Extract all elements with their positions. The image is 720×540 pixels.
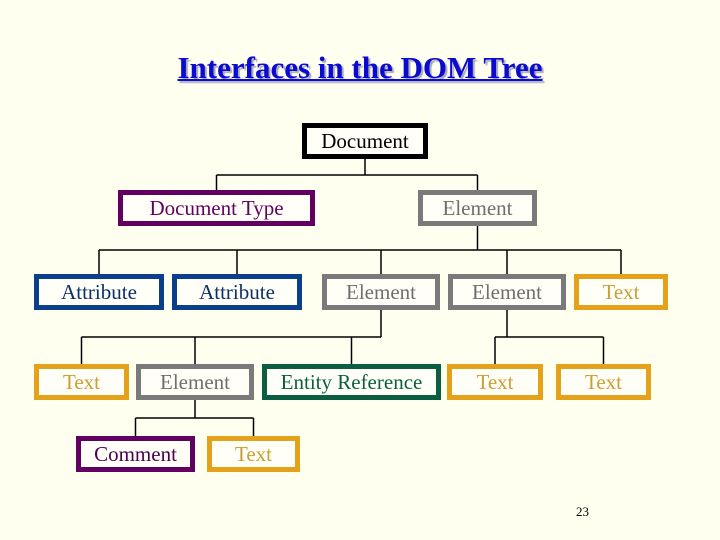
node-element-a[interactable]: Element	[322, 274, 440, 310]
node-attribute-1[interactable]: Attribute	[34, 274, 164, 310]
node-label: Comment	[94, 441, 177, 466]
page-number: 23	[576, 504, 589, 519]
node-text-row4c[interactable]: Text	[556, 364, 651, 400]
node-element-b[interactable]: Element	[448, 274, 566, 310]
node-label: Element	[160, 369, 230, 394]
node-label: Text	[476, 369, 514, 394]
node-comment[interactable]: Comment	[76, 436, 195, 472]
node-label: Text	[62, 369, 101, 394]
node-document-type[interactable]: Document Type	[118, 190, 315, 226]
node-label: Element	[472, 279, 542, 304]
node-label: Attribute	[199, 279, 275, 304]
node-label: Attribute	[61, 279, 137, 304]
node-label: Document	[321, 128, 409, 153]
node-element-root[interactable]: Element	[418, 190, 537, 226]
node-entity-reference[interactable]: Entity Reference	[262, 364, 441, 400]
node-text-row5[interactable]: Text	[207, 436, 300, 472]
node-document[interactable]: Document	[302, 123, 428, 159]
node-element-c[interactable]: Element	[136, 364, 254, 400]
node-text-row4b[interactable]: Text	[447, 364, 543, 400]
node-label: Entity Reference	[280, 369, 423, 394]
node-label: Document Type	[149, 195, 284, 220]
node-text-row3[interactable]: Text	[574, 274, 668, 310]
node-text-row4a[interactable]: Text	[34, 364, 129, 400]
node-label: Text	[584, 369, 623, 394]
node-attribute-2[interactable]: Attribute	[172, 274, 302, 310]
node-label: Element	[442, 195, 513, 220]
node-label: Text	[602, 279, 640, 304]
node-label: Text	[234, 441, 273, 466]
node-label: Element	[346, 279, 416, 304]
